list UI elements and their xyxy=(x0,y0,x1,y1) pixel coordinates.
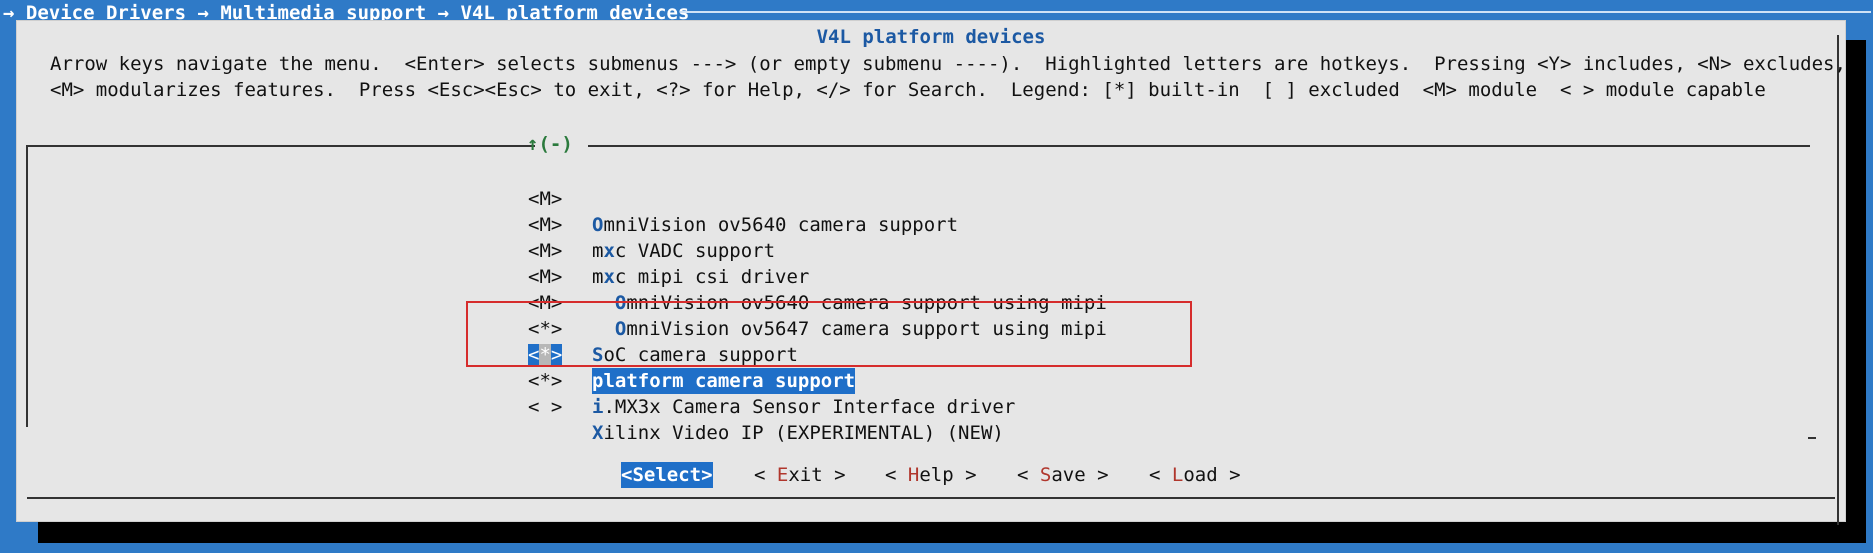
menu-item-ov5640-mipi[interactable]: <M> OmniVision ov5640 camera support usi… xyxy=(528,238,1107,314)
red-annotation-box xyxy=(466,301,1192,367)
select-button[interactable]: <Select> xyxy=(621,462,713,488)
help-text-line-2: <M> modularizes features. Press <Esc><Es… xyxy=(50,79,1766,101)
item-label: Xilinx Video IP (EXPERIMENTAL) (NEW) xyxy=(592,422,1004,444)
item-label: platform camera support xyxy=(592,368,856,394)
menuconfig-dialog: V4L platform devices Arrow keys navigate… xyxy=(16,20,1846,525)
dialog-title: V4L platform devices xyxy=(816,26,1046,48)
item-label: OmniVision ov5640 camera support xyxy=(592,214,959,236)
hotkey-letter: i xyxy=(592,396,604,418)
menu-item-ov5647-mipi[interactable]: <M> OmniVision ov5647 camera support usi… xyxy=(528,264,1107,340)
exit-button[interactable]: < Exit > xyxy=(754,462,846,488)
scroll-up-indicator[interactable]: ↑(-) xyxy=(527,131,573,157)
help-text-line-1: Arrow keys navigate the menu. <Enter> se… xyxy=(50,53,1846,75)
hotkey-letter: O xyxy=(592,214,604,236)
item-label: mxc VADC support xyxy=(592,240,776,262)
menu-item-mxc-vadc[interactable]: <M> mxc VADC support xyxy=(528,186,775,262)
item-label: i.MX3x Camera Sensor Interface driver xyxy=(592,396,1016,418)
menu-box-top-border xyxy=(588,145,1810,147)
load-button[interactable]: < Load > xyxy=(1149,462,1241,488)
menu-box-top-border xyxy=(26,145,535,147)
title-bar-rule xyxy=(680,11,1871,13)
menu-box-left-border xyxy=(26,145,28,427)
item-label: mxc mipi csi driver xyxy=(592,266,810,288)
menu-box-right-border xyxy=(1808,437,1816,439)
dialog-right-border xyxy=(1837,35,1839,525)
dialog-separator xyxy=(27,497,1835,499)
save-button[interactable]: < Save > xyxy=(1017,462,1109,488)
hotkey-letter: X xyxy=(592,422,604,444)
item-state: < > xyxy=(528,396,563,418)
hotkey-letter: x xyxy=(603,240,615,262)
help-button[interactable]: < Help > xyxy=(885,462,977,488)
menu-item-xilinx-video[interactable]: < > Xilinx Video IP (EXPERIMENTAL) (NEW) xyxy=(528,368,1004,444)
menu-item-ov5640[interactable]: <M> OmniVision ov5640 camera support xyxy=(528,160,958,236)
menu-item-mxc-mipi-csi[interactable]: <M> mxc mipi csi driver xyxy=(528,212,809,288)
hotkey-letter: x xyxy=(603,266,615,288)
